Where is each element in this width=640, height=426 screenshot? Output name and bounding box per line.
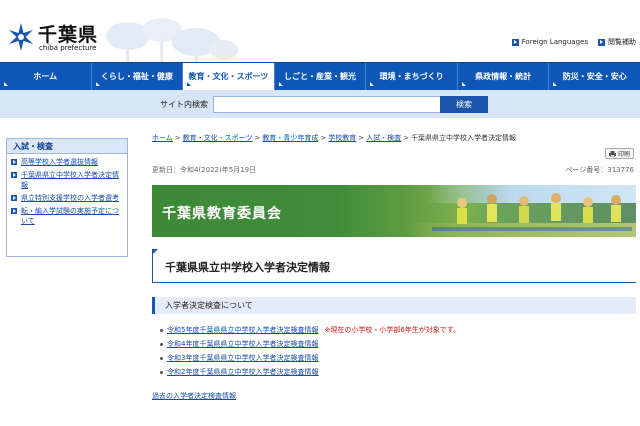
foreign-languages-label: Foreign Languages: [521, 38, 588, 46]
global-nav: ホーム くらし・福祉・健康 教育・文化・スポーツ しごと・産業・観光 環境・まち…: [0, 62, 640, 90]
sidebar-item-transfer[interactable]: 転・編入学試験の実施予定について: [11, 206, 123, 226]
list-item: 令和5年度千葉県県立中学校入学者決定検査情報 ※現在の小学校・小学部6年生が対象で…: [160, 323, 460, 337]
chiba-emblem-icon: [9, 23, 33, 51]
breadcrumb: ホーム > 教育・文化・スポーツ > 教育・青少年育成 > 学校教育 > 入試・検査 > 千葉県県立…: [152, 133, 516, 143]
past-exam-info-link[interactable]: 過去の入学者決定検査情報: [152, 391, 236, 401]
corner-arrow-icon: [4, 82, 8, 86]
banner-title: 千葉県教育委員会: [162, 206, 282, 222]
exam-link-r2[interactable]: 令和2年度千葉県県立中学校入学者決定検査情報: [167, 368, 318, 376]
site-search-bar: サイト内検索 検索: [0, 90, 640, 118]
nav-item-work[interactable]: しごと・産業・観光: [275, 63, 367, 90]
logo-title: 千葉県: [38, 24, 99, 46]
corner-mark-icon: [152, 249, 158, 255]
update-date: 更新日：令和4(2022)年5月19日: [152, 166, 257, 174]
nav-item-education[interactable]: 教育・文化・スポーツ: [183, 63, 275, 90]
print-label: 印刷: [617, 151, 630, 158]
sidebar-item-special-support[interactable]: 県立特別支援学校の入学者選考: [11, 193, 123, 203]
nav-label: 教育・文化・スポーツ: [188, 72, 269, 81]
search-input[interactable]: [213, 96, 441, 113]
search-label: サイト内検索: [160, 100, 208, 109]
header-links: Foreign Languages 閲覧補助: [511, 37, 636, 47]
sidebar-item-label: 転・編入学試験の実施予定について: [21, 207, 119, 225]
arrow-right-icon: [11, 159, 17, 165]
print-button[interactable]: 印刷: [605, 148, 634, 159]
section-title: 入学者決定検査について: [165, 301, 253, 310]
accessibility-label: 閲覧補助: [608, 38, 636, 46]
printer-icon: [608, 150, 616, 157]
corner-arrow-icon: [370, 82, 375, 86]
arrow-right-icon: [11, 172, 17, 178]
exam-link-r3[interactable]: 令和3年度千葉県県立中学校入学者決定検査情報: [167, 354, 318, 362]
breadcrumb-link[interactable]: ホーム: [152, 134, 173, 142]
logo-subtitle: chiba prefecture: [39, 44, 97, 52]
breadcrumb-current: 千葉県県立中学校入学者決定情報: [411, 134, 517, 142]
sidebar-item-label: 県立特別支援学校の入学者選考: [21, 194, 119, 202]
breadcrumb-separator: >: [358, 134, 365, 142]
breadcrumb-link[interactable]: 教育・文化・スポーツ: [183, 134, 253, 142]
arrow-right-icon: [598, 38, 605, 46]
exam-info-list: 令和5年度千葉県県立中学校入学者決定検査情報 ※現在の小学校・小学部6年生が対象で…: [160, 323, 460, 379]
section-heading: 入学者決定検査について: [152, 297, 636, 314]
breadcrumb-separator: >: [320, 134, 327, 142]
nav-label: 環境・まちづくり: [379, 72, 444, 81]
nav-label: 県政情報・統計: [475, 72, 532, 81]
nav-item-home[interactable]: ホーム: [0, 63, 92, 90]
corner-arrow-icon: [461, 82, 466, 86]
sidebar-item-label: 千葉県県立中学校入学者決定情報: [21, 171, 119, 189]
page-title: 千葉県県立中学校入学者決定情報: [165, 261, 330, 274]
foreign-languages-link[interactable]: Foreign Languages: [511, 37, 588, 47]
list-item: 令和3年度千葉県県立中学校入学者決定検査情報: [160, 351, 460, 365]
breadcrumb-link[interactable]: 学校教育: [328, 134, 356, 142]
site-header: 千葉県 chiba prefecture Foreign Languages 閲…: [0, 0, 640, 62]
nav-label: しごと・産業・観光: [284, 72, 357, 81]
students-photo-icon: [432, 193, 632, 231]
sidebar-list: 高等学校入学者選抜情報 千葉県県立中学校入学者決定情報 県立特別支援学校の入学者…: [7, 154, 127, 226]
page-title-box: 千葉県県立中学校入学者決定情報: [152, 249, 636, 283]
arrow-right-icon: [11, 195, 17, 201]
exam-link-r4[interactable]: 令和4年度千葉県県立中学校入学者決定検査情報: [167, 340, 318, 348]
exam-link-r5[interactable]: 令和5年度千葉県県立中学校入学者決定検査情報: [167, 326, 318, 334]
breadcrumb-separator: >: [174, 134, 181, 142]
accessibility-link[interactable]: 閲覧補助: [598, 37, 636, 47]
arrow-right-icon: [511, 38, 519, 46]
corner-arrow-icon: [278, 82, 283, 86]
breadcrumb-link[interactable]: 教育・青少年育成: [262, 134, 318, 142]
arrow-right-icon: [11, 208, 17, 214]
corner-arrow-icon: [187, 82, 192, 86]
decorative-trees-icon: [106, 18, 238, 62]
list-item: 令和2年度千葉県県立中学校入学者決定検査情報: [160, 365, 460, 379]
corner-arrow-icon: [95, 82, 100, 86]
sidebar-title: 入試・検査: [7, 139, 127, 154]
corner-arrow-icon: [553, 82, 558, 86]
board-of-education-banner: 千葉県教育委員会: [152, 185, 636, 237]
notice-text: ※現在の小学校・小学部6年生が対象です。: [324, 326, 461, 334]
sidebar: 入試・検査 高等学校入学者選抜情報 千葉県県立中学校入学者決定情報 県立特別支援…: [6, 138, 128, 257]
nav-label: ホーム: [33, 72, 58, 81]
sidebar-item-label: 高等学校入学者選抜情報: [21, 158, 98, 166]
nav-item-government[interactable]: 県政情報・統計: [458, 63, 550, 90]
nav-label: 防災・安全・安心: [562, 72, 627, 81]
breadcrumb-separator: >: [403, 134, 410, 142]
list-item: 令和4年度千葉県県立中学校入学者決定検査情報: [160, 337, 460, 351]
nav-item-living[interactable]: くらし・福祉・健康: [92, 63, 184, 90]
page-number: ページ番号：313776: [565, 166, 634, 174]
nav-label: くらし・福祉・健康: [100, 72, 173, 81]
nav-item-environment[interactable]: 環境・まちづくり: [366, 63, 458, 90]
search-button[interactable]: 検索: [440, 96, 488, 113]
sidebar-item-junior-high[interactable]: 千葉県県立中学校入学者決定情報: [11, 170, 123, 190]
breadcrumb-link[interactable]: 入試・検査: [366, 134, 401, 142]
site-logo[interactable]: 千葉県 chiba prefecture: [6, 20, 106, 58]
breadcrumb-separator: >: [254, 134, 261, 142]
sidebar-item-high-school[interactable]: 高等学校入学者選抜情報: [11, 157, 123, 167]
nav-item-safety[interactable]: 防災・安全・安心: [549, 63, 640, 90]
